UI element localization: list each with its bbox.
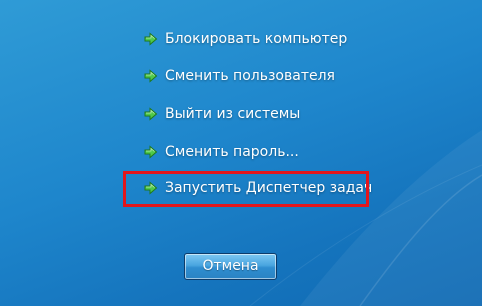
cancel-button[interactable]: Отмена [184, 253, 277, 280]
menu-item-label: Выйти из системы [165, 106, 301, 122]
green-arrow-icon [144, 69, 158, 83]
menu-item-start-task-manager[interactable]: Запустить Диспетчер задач [144, 177, 372, 199]
menu-item-lock-computer[interactable]: Блокировать компьютер [144, 28, 347, 50]
green-arrow-icon [144, 32, 158, 46]
menu-item-label: Сменить пользователя [165, 68, 335, 84]
menu-item-label: Запустить Диспетчер задач [165, 180, 373, 196]
green-arrow-icon [144, 181, 158, 195]
green-arrow-icon [144, 145, 158, 159]
security-options-menu: Блокировать компьютер Сменить пользовате… [0, 0, 482, 306]
menu-item-log-off[interactable]: Выйти из системы [144, 103, 300, 125]
menu-item-label: Сменить пароль... [165, 144, 299, 160]
menu-item-switch-user[interactable]: Сменить пользователя [144, 65, 335, 87]
menu-item-label: Блокировать компьютер [165, 31, 348, 47]
menu-item-change-password[interactable]: Сменить пароль... [144, 141, 299, 163]
green-arrow-icon [144, 107, 158, 121]
